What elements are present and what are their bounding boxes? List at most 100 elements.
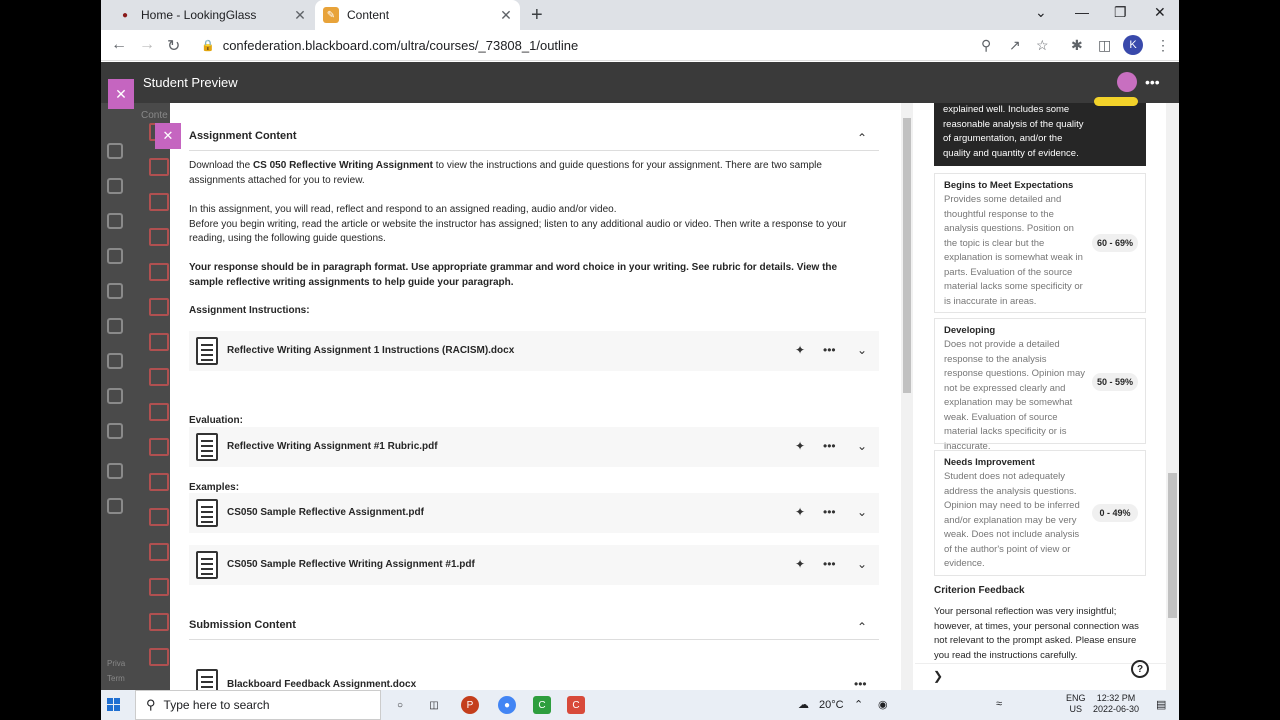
recorder-icon[interactable]: C <box>567 696 585 714</box>
collapse-icon[interactable]: ⌃ <box>857 620 867 634</box>
task-view-icon[interactable]: ◫ <box>425 696 443 714</box>
content-item-icon <box>149 578 169 596</box>
alternative-formats-icon[interactable]: ✦ <box>795 343 805 357</box>
new-tab-button[interactable]: + <box>531 4 543 27</box>
extensions-icon[interactable]: ✱ <box>1071 37 1083 54</box>
back-icon[interactable]: ← <box>111 36 127 54</box>
page-title: Student Preview <box>143 75 238 90</box>
more-options-icon[interactable]: ••• <box>823 439 836 453</box>
criterion-description: Provides some detailed and thoughtful re… <box>944 194 1083 307</box>
collapse-icon[interactable]: ⌃ <box>857 131 867 145</box>
assignment-content-header[interactable]: Assignment Content <box>189 130 879 142</box>
criterion-points: 60 - 69% <box>1092 234 1138 252</box>
document-icon <box>196 499 218 527</box>
clock[interactable]: 12:32 PM 2022-06-30 <box>1093 693 1139 715</box>
exit-preview-button[interactable]: ✕ <box>108 79 134 109</box>
file-row-example-2[interactable]: CS050 Sample Reflective Writing Assignme… <box>189 545 879 585</box>
paragraph-format-note: Your response should be in paragraph for… <box>189 262 838 288</box>
zoom-icon[interactable]: ⚲ <box>981 37 991 54</box>
language-indicator[interactable]: ENG US <box>1066 693 1086 715</box>
profile-avatar[interactable]: K <box>1123 35 1143 55</box>
close-icon[interactable]: ✕ <box>498 7 514 24</box>
scroll-thumb[interactable] <box>1168 473 1177 618</box>
divider <box>189 639 879 640</box>
instructions-label: Assignment Instructions: <box>189 305 310 316</box>
content-item-icon <box>149 228 169 246</box>
tab-strip: ● Home - LookingGlass ✕ ✎ Content ✕ + ⌄ … <box>101 0 1179 30</box>
blackboard-icon: ✎ <box>323 7 339 23</box>
help-icon[interactable]: ? <box>1131 660 1149 678</box>
menu-kebab-icon[interactable]: ⋮ <box>1156 37 1170 54</box>
right-letterbox <box>1179 0 1280 720</box>
rubric-scrollbar[interactable] <box>1166 103 1179 690</box>
tab-search-icon[interactable]: ⌄ <box>1035 4 1047 21</box>
taskbar-search[interactable]: ⚲ Type here to search <box>135 690 381 720</box>
close-panel-button[interactable]: ✕ <box>155 123 181 149</box>
more-options-icon[interactable]: ••• <box>823 557 836 571</box>
file-name: CS050 Sample Reflective Writing Assignme… <box>227 559 475 570</box>
tray-chevron-icon[interactable]: ⌃ <box>854 698 863 711</box>
bookmark-star-icon[interactable]: ☆ <box>1036 37 1049 54</box>
criterion-title: Begins to Meet Expectations <box>944 180 1074 191</box>
selected-criterion[interactable]: explained well. Includes some reasonable… <box>934 97 1146 166</box>
content-item-icon <box>149 333 169 351</box>
criterion-needs-improvement[interactable]: Needs Improvement Student does not adequ… <box>934 450 1146 576</box>
share-icon[interactable]: ↗ <box>1009 37 1021 54</box>
more-options-icon[interactable]: ••• <box>854 677 867 690</box>
user-avatar[interactable] <box>1117 72 1137 92</box>
alternative-formats-icon[interactable]: ✦ <box>795 505 805 519</box>
file-row-instructions[interactable]: Reflective Writing Assignment 1 Instruct… <box>189 331 879 371</box>
chevron-down-icon[interactable]: ⌄ <box>857 505 867 519</box>
criterion-title: Needs Improvement <box>944 457 1035 468</box>
alternative-formats-icon[interactable]: ✦ <box>795 439 805 453</box>
panel-scrollbar[interactable] <box>901 103 913 690</box>
file-name: Reflective Writing Assignment #1 Rubric.… <box>227 441 438 452</box>
scroll-thumb[interactable] <box>903 118 911 393</box>
url-field[interactable]: 🔒 confederation.blackboard.com/ultra/cou… <box>201 34 1031 56</box>
more-options-icon[interactable]: ••• <box>823 505 836 519</box>
close-window-icon[interactable]: ✕ <box>1154 4 1166 21</box>
notifications-icon[interactable]: ▤ <box>1156 698 1166 711</box>
submission-content-header[interactable]: Submission Content <box>189 619 879 631</box>
sidepanel-icon[interactable]: ◫ <box>1098 37 1111 54</box>
network-icon[interactable]: ≈ <box>996 698 1002 710</box>
assignment-link[interactable]: CS 050 Reflective Writing Assignment <box>253 160 433 171</box>
close-icon[interactable]: ✕ <box>292 7 308 24</box>
criterion-description: Student does not adequately address the … <box>944 471 1080 569</box>
reload-icon[interactable]: ↻ <box>167 36 180 56</box>
weather-temp[interactable]: 20°C <box>819 699 844 711</box>
tab-content[interactable]: ✎ Content ✕ <box>315 0 520 30</box>
minimize-icon[interactable]: — <box>1075 4 1089 20</box>
content-item-icon <box>149 438 169 456</box>
windows-taskbar: ⚲ Type here to search ○ ◫ P ● C C ☁ 20°C… <box>101 690 1179 720</box>
weather-icon[interactable]: ☁ <box>798 698 809 711</box>
chevron-down-icon[interactable]: ⌄ <box>857 439 867 453</box>
content-item-icon <box>149 158 169 176</box>
forward-icon[interactable]: → <box>139 36 155 54</box>
tab-home[interactable]: ● Home - LookingGlass ✕ <box>109 0 314 30</box>
tools-icon <box>107 423 123 439</box>
criterion-developing[interactable]: Developing Does not provide a detailed r… <box>934 318 1146 452</box>
powerpoint-icon[interactable]: P <box>461 696 479 714</box>
camtasia-icon[interactable]: C <box>533 696 551 714</box>
criterion-description: Does not provide a detailed response to … <box>944 339 1085 452</box>
chevron-down-icon[interactable]: ⌄ <box>857 557 867 571</box>
record-icon[interactable]: ◉ <box>878 698 888 711</box>
file-row-example-1[interactable]: CS050 Sample Reflective Assignment.pdf ✦… <box>189 493 879 533</box>
chrome-icon[interactable]: ● <box>498 696 516 714</box>
chevron-right-icon[interactable]: ❯ <box>933 669 943 683</box>
alternative-formats-icon[interactable]: ✦ <box>795 557 805 571</box>
file-row-submission[interactable]: Blackboard Feedback Assignment.docx ••• <box>189 663 879 690</box>
cortana-icon[interactable]: ○ <box>391 696 409 714</box>
more-options-icon[interactable]: ••• <box>823 343 836 357</box>
document-icon <box>196 551 218 579</box>
restore-icon[interactable]: ❐ <box>1114 4 1127 21</box>
file-name: Blackboard Feedback Assignment.docx <box>227 679 417 690</box>
rubric-panel: explained well. Includes some reasonable… <box>915 97 1179 690</box>
more-options-icon[interactable]: ••• <box>1145 74 1160 90</box>
groups-icon <box>107 283 123 299</box>
chevron-down-icon[interactable]: ⌄ <box>857 343 867 357</box>
file-row-rubric[interactable]: Reflective Writing Assignment #1 Rubric.… <box>189 427 879 467</box>
criterion-begins-to-meet[interactable]: Begins to Meet Expectations Provides som… <box>934 173 1146 313</box>
windows-start-icon[interactable] <box>107 698 121 712</box>
